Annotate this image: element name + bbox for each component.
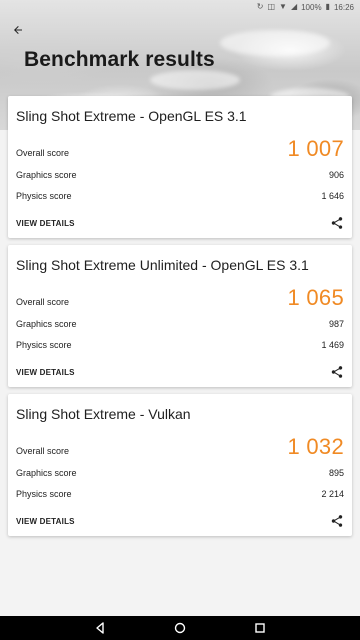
graphics-score-label: Graphics score (16, 319, 77, 329)
share-icon[interactable] (330, 216, 344, 230)
view-details-button[interactable]: VIEW DETAILS (16, 517, 75, 526)
physics-score-value: 2 214 (321, 489, 344, 499)
system-nav-bar (0, 616, 360, 640)
sync-icon: ↻ (256, 2, 264, 11)
battery-icon: ▮ (325, 2, 330, 11)
result-card: Sling Shot Extreme - Vulkan Overall scor… (8, 394, 352, 536)
overall-score-label: Overall score (16, 446, 70, 456)
share-icon[interactable] (330, 514, 344, 528)
vibrate-icon: ◫ (267, 2, 276, 11)
triangle-back-icon (96, 622, 104, 634)
graphics-score-value: 906 (328, 170, 344, 180)
view-details-button[interactable]: VIEW DETAILS (16, 219, 75, 228)
nav-recents-button[interactable] (252, 620, 268, 636)
graphics-score-value: 895 (328, 468, 344, 478)
overall-score-value: 1 007 (287, 136, 344, 161)
physics-score-label: Physics score (16, 340, 72, 350)
graphics-score-label: Graphics score (16, 170, 77, 180)
physics-score-label: Physics score (16, 191, 72, 201)
overall-score-label: Overall score (16, 148, 70, 158)
signal-icon: ◢ (290, 2, 298, 11)
nav-home-button[interactable] (172, 620, 188, 636)
wifi-icon: ▼ (279, 2, 287, 11)
card-title: Sling Shot Extreme - Vulkan (16, 406, 191, 422)
status-bar: ↻ ◫ ▼ ◢ 100% ▮ 16:26 (0, 0, 360, 14)
square-recents-icon (255, 623, 265, 633)
battery-percent: 100% (301, 2, 322, 12)
graphics-score-value: 987 (328, 319, 344, 329)
result-card: Sling Shot Extreme Unlimited - OpenGL ES… (8, 245, 352, 387)
physics-score-value: 1 646 (321, 191, 344, 201)
physics-score-value: 1 469 (321, 340, 344, 350)
card-title: Sling Shot Extreme - OpenGL ES 3.1 (16, 108, 247, 124)
nav-back-button[interactable] (92, 620, 108, 636)
overall-score-value: 1 032 (287, 434, 344, 459)
arrow-left-icon (14, 26, 22, 34)
overall-score-value: 1 065 (287, 285, 344, 310)
clock: 16:26 (333, 2, 354, 12)
view-details-button[interactable]: VIEW DETAILS (16, 368, 75, 377)
result-card: Sling Shot Extreme - OpenGL ES 3.1 Overa… (8, 96, 352, 238)
overall-score-label: Overall score (16, 297, 70, 307)
physics-score-label: Physics score (16, 489, 72, 499)
graphics-score-label: Graphics score (16, 468, 77, 478)
share-icon[interactable] (330, 365, 344, 379)
page-title: Benchmark results (24, 48, 215, 71)
card-title: Sling Shot Extreme Unlimited - OpenGL ES… (16, 257, 309, 273)
circle-home-icon (174, 622, 186, 634)
back-button[interactable] (8, 20, 28, 40)
